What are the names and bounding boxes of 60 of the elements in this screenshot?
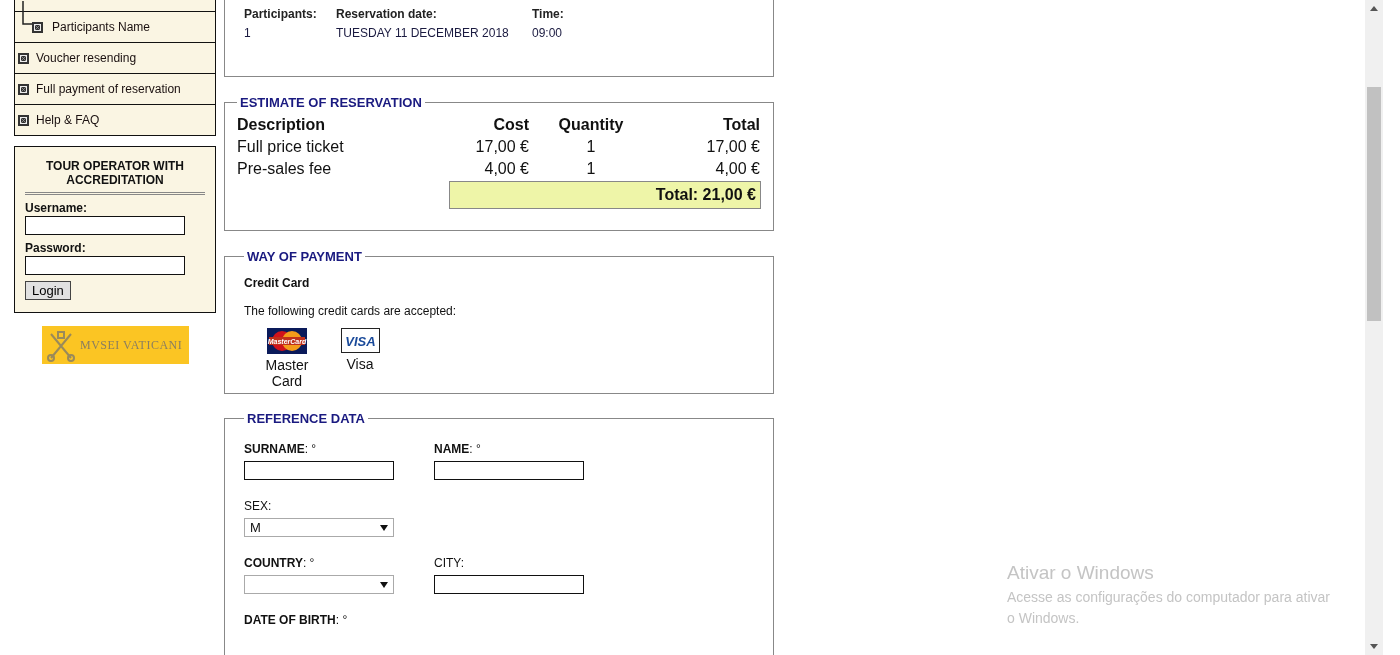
summary-value: 1: [244, 26, 252, 40]
sidebar-menu-link[interactable]: Voucher resending: [36, 51, 137, 65]
column-header: Description: [237, 116, 325, 133]
field-label: Password:: [25, 241, 86, 255]
summary-label: Participants:: [244, 7, 318, 21]
tree-connector-icon: [22, 1, 32, 25]
section-title: WAY OF PAYMENT: [246, 249, 363, 264]
payment-method: Credit Card: [244, 276, 311, 290]
table-cell: Full price ticket: [237, 138, 344, 155]
input-field[interactable]: [434, 575, 584, 594]
summary-label: Time:: [532, 7, 564, 21]
field-label: COUNTRY: °: [244, 556, 316, 570]
sidebar-menu-link[interactable]: Full payment of reservation: [36, 82, 181, 96]
table-cell: 17,00 €: [706, 138, 760, 155]
input-field[interactable]: [25, 256, 185, 275]
sidebar-menu-link[interactable]: Participants Name: [52, 20, 151, 34]
total-amount: Total: 21,00 €: [449, 181, 761, 209]
section-title: REFERENCE DATA: [246, 411, 366, 426]
sidebar-menu-link[interactable]: Help & FAQ: [36, 113, 100, 127]
summary-value: TUESDAY 11 DECEMBER 2018: [336, 26, 510, 40]
field-label: SEX:: [244, 499, 273, 513]
caret-icon: [380, 524, 388, 531]
section-title: ESTIMATE OF RESERVATION: [239, 95, 423, 110]
card-label: Master Card: [264, 357, 310, 389]
field-label: DATE OF BIRTH: °: [244, 613, 349, 627]
activation-message: Acesse as configurações do computador para ativar o Windows.: [1007, 588, 1331, 628]
activation-title: Ativar o Windows: [1007, 562, 1155, 584]
card-logo[interactable]: VISA: [340, 328, 380, 353]
field-label: CITY:: [434, 556, 465, 570]
field-label: Username:: [25, 201, 88, 215]
input-field[interactable]: [244, 461, 394, 480]
scroll-up-icon[interactable]: [1370, 6, 1378, 11]
table-cell: 4,00 €: [484, 160, 529, 177]
scrollbar-thumb[interactable]: [1367, 87, 1381, 321]
scrollbar[interactable]: [1365, 0, 1383, 655]
card-label: Visa: [345, 356, 375, 372]
scroll-down-icon[interactable]: [1370, 644, 1378, 649]
login-title: TOUR OPERATOR WITH ACCREDITATION: [45, 159, 185, 187]
summary-label: Reservation date:: [336, 7, 438, 21]
column-header: Quantity: [558, 116, 624, 133]
payment-note: The following credit cards are accepted:: [244, 304, 458, 318]
square-bullet-icon: [32, 21, 43, 33]
field-label: NAME: °: [434, 442, 482, 456]
login-button[interactable]: Login: [25, 281, 71, 300]
table-cell: 17,00 €: [475, 138, 529, 155]
column-header: Total: [722, 116, 760, 133]
square-bullet-icon: [18, 52, 29, 64]
summary-value: 09:00: [532, 26, 564, 40]
input-field[interactable]: [25, 216, 185, 235]
dropdown[interactable]: M: [244, 518, 394, 537]
column-header: Cost: [493, 116, 529, 133]
table-cell: 1: [586, 160, 596, 177]
table-cell: 1: [586, 138, 596, 155]
table-cell: 4,00 €: [715, 160, 760, 177]
square-bullet-icon: [18, 83, 29, 95]
table-cell: Pre-sales fee: [237, 160, 332, 177]
field-label: SURNAME: °: [244, 442, 318, 456]
input-field[interactable]: [434, 461, 584, 480]
square-bullet-icon: [18, 114, 29, 126]
caret-icon: [380, 581, 388, 588]
